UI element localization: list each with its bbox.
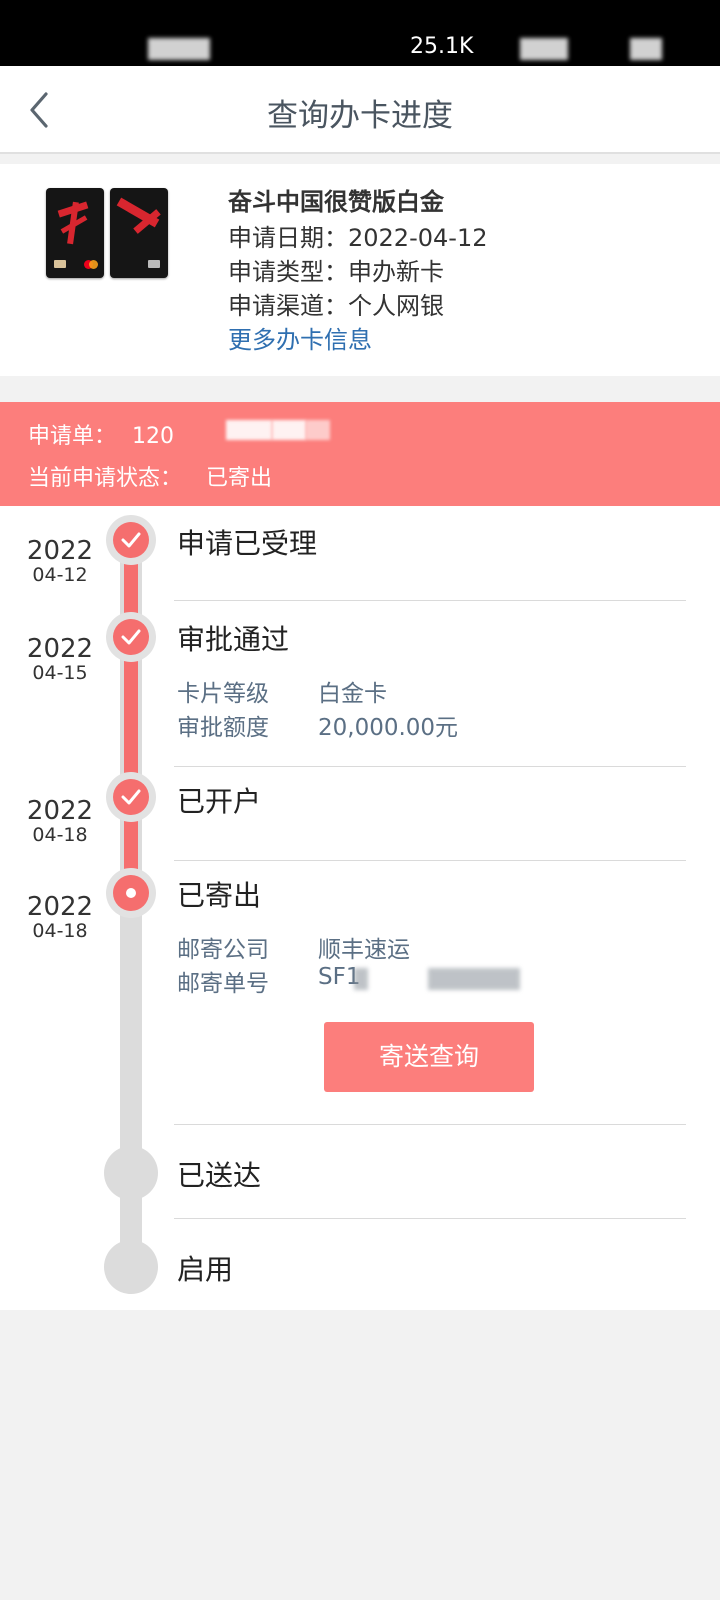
step-date: 2022 04-18 — [26, 796, 94, 846]
redacted-status-icons — [520, 38, 568, 60]
divider — [174, 860, 686, 861]
card-image-back — [110, 188, 168, 278]
divider — [174, 1124, 686, 1125]
step-title: 启用 — [177, 1253, 234, 1286]
order-number-row: 申请单： 120 — [28, 424, 175, 449]
check-icon — [121, 789, 141, 805]
page-title: 查询办卡进度 — [267, 98, 453, 134]
apply-type-row: 申请类型：申办新卡 — [228, 258, 444, 286]
step-done-node — [106, 612, 156, 662]
track-shipment-button[interactable]: 寄送查询 — [324, 1022, 534, 1092]
apply-date: 2022-04-12 — [348, 224, 488, 252]
order-number: 120 — [132, 424, 175, 449]
step-title: 已送达 — [177, 1159, 262, 1192]
current-status-row: 当前申请状态： 已寄出 — [28, 466, 273, 491]
redacted-order-number — [226, 420, 272, 440]
step-title: 已开户 — [177, 785, 262, 818]
step-current-node — [106, 868, 156, 918]
step-date: 2022 04-12 — [26, 536, 94, 586]
progress-timeline: 2022 04-12 申请已受理 2022 04-15 审批通过 卡片等级 白金卡 审… — [0, 506, 720, 1310]
divider — [174, 1218, 686, 1219]
step-title: 申请已受理 — [177, 527, 318, 560]
more-card-info-link[interactable]: 更多办卡信息 — [228, 320, 372, 355]
redacted-time — [148, 38, 210, 60]
apply-type: 申办新卡 — [348, 258, 444, 286]
detail-card-level: 卡片等级 白金卡 — [177, 681, 387, 707]
step-pending-node — [104, 1240, 158, 1294]
apply-channel-row: 申请渠道：个人网银 — [228, 292, 444, 320]
detail-credit-limit: 审批额度 20,000.00元 — [177, 715, 459, 741]
detail-courier-company: 邮寄公司 顺丰速运 — [177, 937, 410, 963]
card-image-front — [46, 188, 104, 278]
apply-date-row: 申请日期：2022-04-12 — [228, 224, 488, 252]
step-title: 审批通过 — [177, 623, 290, 656]
step-done-node — [106, 772, 156, 822]
apply-channel: 个人网银 — [348, 292, 444, 320]
current-dot-icon — [126, 888, 136, 898]
divider — [174, 766, 686, 767]
top-nav-bar: 查询办卡进度 — [0, 66, 720, 154]
current-status: 已寄出 — [206, 466, 273, 491]
redacted-tracking-number — [354, 968, 368, 990]
card-product-name: 奋斗中国很赞版白金 — [228, 188, 444, 216]
check-icon — [121, 532, 141, 548]
application-status-banner: 申请单： 120 当前申请状态： 已寄出 — [0, 402, 720, 506]
step-date: 2022 04-18 — [26, 892, 94, 942]
check-icon — [121, 629, 141, 645]
detail-tracking-number: 邮寄单号 SF1 — [177, 964, 361, 997]
card-info-panel: 奋斗中国很赞版白金 申请日期：2022-04-12 申请类型：申办新卡 申请渠道… — [0, 164, 720, 376]
network-speed: 25.1K — [410, 34, 474, 59]
timeline-progress-rail — [124, 534, 138, 902]
step-date: 2022 04-15 — [26, 634, 94, 684]
redacted-battery — [630, 38, 662, 60]
divider — [174, 600, 686, 601]
step-title: 已寄出 — [177, 879, 262, 912]
step-done-node — [106, 515, 156, 565]
step-pending-node — [104, 1146, 158, 1200]
status-bar: 25.1K — [0, 0, 720, 66]
